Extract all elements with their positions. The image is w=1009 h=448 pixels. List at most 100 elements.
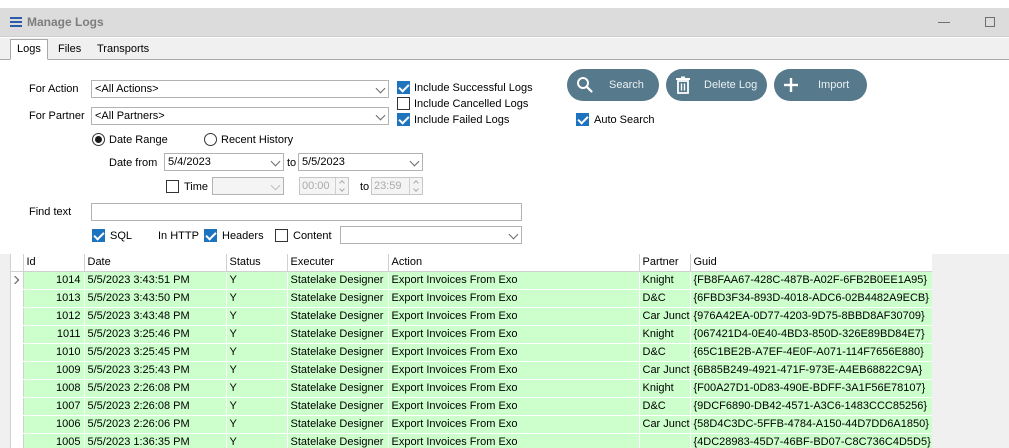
search-button[interactable]: Search: [567, 69, 659, 101]
cell-executer: Statelake Designer: [287, 397, 389, 416]
date-to-picker[interactable]: 5/5/2023: [298, 153, 423, 171]
auto-search-label: Auto Search: [594, 114, 655, 126]
cell-id: 1006: [23, 415, 85, 434]
date-range-radio[interactable]: [92, 133, 105, 146]
plus-icon: [784, 78, 798, 92]
for-partner-select[interactable]: <All Partners>: [91, 107, 389, 125]
include-cancelled-checkbox[interactable]: [397, 97, 410, 110]
for-partner-label: For Partner: [29, 110, 85, 122]
cell-guid: {6FBD3F34-893D-4018-ADC6-02B4482A9ECB}: [690, 289, 932, 308]
table-row[interactable]: 1010 5/5/2023 3:25:45 PM Y Statelake Design…: [11, 343, 932, 362]
content-checkbox[interactable]: [275, 229, 288, 242]
sql-checkbox[interactable]: [92, 229, 105, 242]
cell-id: 1011: [23, 325, 85, 344]
cell-guid: {067421D4-0E40-4BD3-850D-326E89BD84E7}: [690, 325, 932, 344]
column-header-status[interactable]: Status: [226, 254, 288, 272]
cell-status: Y: [226, 379, 288, 398]
table-row[interactable]: 1013 5/5/2023 3:43:50 PM Y Statelake Design…: [11, 289, 932, 308]
cell-action: Export Invoices From Exo: [388, 361, 640, 380]
time-checkbox[interactable]: [166, 180, 179, 193]
column-header-executer[interactable]: Executer: [287, 254, 389, 272]
sql-label: SQL: [110, 230, 133, 242]
cell-action: Export Invoices From Exo: [388, 343, 640, 362]
table-row[interactable]: 1014 5/5/2023 3:43:51 PM Y Statelake Design…: [11, 271, 932, 290]
cell-id: 1012: [23, 307, 85, 326]
cell-date: 5/5/2023 3:43:51 PM: [84, 271, 227, 290]
trash-icon: [676, 76, 690, 94]
for-action-select[interactable]: <All Actions>: [91, 80, 389, 98]
logs-grid[interactable]: Id Date Status Executer Action Partner G…: [10, 254, 932, 448]
current-row-pointer-icon: [11, 275, 20, 285]
cell-partner: Knight: [639, 271, 691, 290]
cell-partner: D&C: [639, 289, 691, 308]
chevron-down-icon: [270, 156, 281, 167]
include-successful-checkbox[interactable]: [397, 81, 410, 94]
for-action-label: For Action: [29, 83, 79, 95]
cell-executer: Statelake Designer: [287, 379, 389, 398]
column-header-guid[interactable]: Guid: [690, 254, 932, 272]
time-to-label: to: [360, 181, 370, 193]
content-type-select[interactable]: [340, 226, 522, 244]
minimize-icon[interactable]: [938, 11, 950, 23]
row-indicator[interactable]: [11, 325, 24, 344]
row-indicator[interactable]: [11, 379, 24, 398]
table-row[interactable]: 1005 5/5/2023 1:36:35 PM Y Statelake Design…: [11, 433, 932, 448]
column-header-id[interactable]: Id: [23, 254, 85, 272]
row-indicator[interactable]: [11, 343, 24, 362]
cell-date: 5/5/2023 3:43:48 PM: [84, 307, 227, 326]
table-row[interactable]: 1011 5/5/2023 3:25:46 PM Y Statelake Design…: [11, 325, 932, 344]
row-indicator[interactable]: [11, 415, 24, 434]
maximize-icon[interactable]: [985, 17, 995, 27]
cell-date: 5/5/2023 3:43:50 PM: [84, 289, 227, 308]
cell-executer: Statelake Designer: [287, 289, 389, 308]
include-failed-checkbox[interactable]: [397, 113, 410, 126]
cell-date: 5/5/2023 2:26:06 PM: [84, 415, 227, 434]
tab-files[interactable]: Files: [52, 40, 87, 60]
table-row[interactable]: 1006 5/5/2023 2:26:06 PM Y Statelake Design…: [11, 415, 932, 434]
date-to-value: 5/5/2023: [302, 156, 345, 168]
cell-guid: {65C1BE2B-A7EF-4E0F-A071-114F7656E880}: [690, 343, 932, 362]
row-indicator[interactable]: [11, 307, 24, 326]
table-row[interactable]: 1008 5/5/2023 2:26:08 PM Y Statelake Design…: [11, 379, 932, 398]
column-header-partner[interactable]: Partner: [639, 254, 691, 272]
find-text-input[interactable]: [91, 203, 522, 221]
cell-id: 1007: [23, 397, 85, 416]
headers-checkbox[interactable]: [204, 229, 217, 242]
table-row[interactable]: 1012 5/5/2023 3:43:48 PM Y Statelake Design…: [11, 307, 932, 326]
row-indicator[interactable]: [11, 289, 24, 308]
time-to-value: 23:59: [374, 180, 402, 192]
time-to-spinner[interactable]: 23:59: [371, 177, 423, 195]
row-indicator[interactable]: [11, 271, 24, 290]
cell-guid: {F00A27D1-0D83-490E-BDFF-3A1F56E78107}: [690, 379, 932, 398]
cell-id: 1008: [23, 379, 85, 398]
row-indicator[interactable]: [11, 361, 24, 380]
window-title: Manage Logs: [27, 15, 104, 29]
cell-id: 1014: [23, 271, 85, 290]
menu-icon[interactable]: [10, 17, 22, 27]
column-header-date[interactable]: Date: [84, 254, 227, 272]
date-from-picker[interactable]: 5/4/2023: [164, 153, 284, 171]
cell-action: Export Invoices From Exo: [388, 307, 640, 326]
spinner-arrows-icon: [409, 178, 422, 194]
tab-logs[interactable]: Logs: [10, 39, 48, 60]
cell-date: 5/5/2023 3:25:46 PM: [84, 325, 227, 344]
time-from-spinner[interactable]: 00:00: [299, 177, 349, 195]
delete-log-button[interactable]: Delete Log: [666, 69, 767, 101]
column-header-action[interactable]: Action: [388, 254, 640, 272]
time-select[interactable]: [212, 177, 284, 195]
auto-search-checkbox[interactable]: [576, 113, 589, 126]
content-label: Content: [293, 230, 332, 242]
cell-guid: {FB8FAA67-428C-487B-A02F-6FB2B0EE1A95}: [690, 271, 932, 290]
table-row[interactable]: 1009 5/5/2023 3:25:43 PM Y Statelake Design…: [11, 361, 932, 380]
recent-history-radio[interactable]: [204, 133, 217, 146]
cell-partner: Knight: [639, 325, 691, 344]
tab-transports[interactable]: Transports: [91, 40, 155, 60]
cell-status: Y: [226, 433, 288, 448]
table-row[interactable]: 1007 5/5/2023 2:26:08 PM Y Statelake Design…: [11, 397, 932, 416]
cell-action: Export Invoices From Exo: [388, 325, 640, 344]
date-from-label: Date from: [109, 157, 158, 169]
import-button[interactable]: Import: [774, 69, 867, 101]
row-indicator[interactable]: [11, 433, 24, 448]
row-indicator[interactable]: [11, 397, 24, 416]
cell-status: Y: [226, 343, 288, 362]
